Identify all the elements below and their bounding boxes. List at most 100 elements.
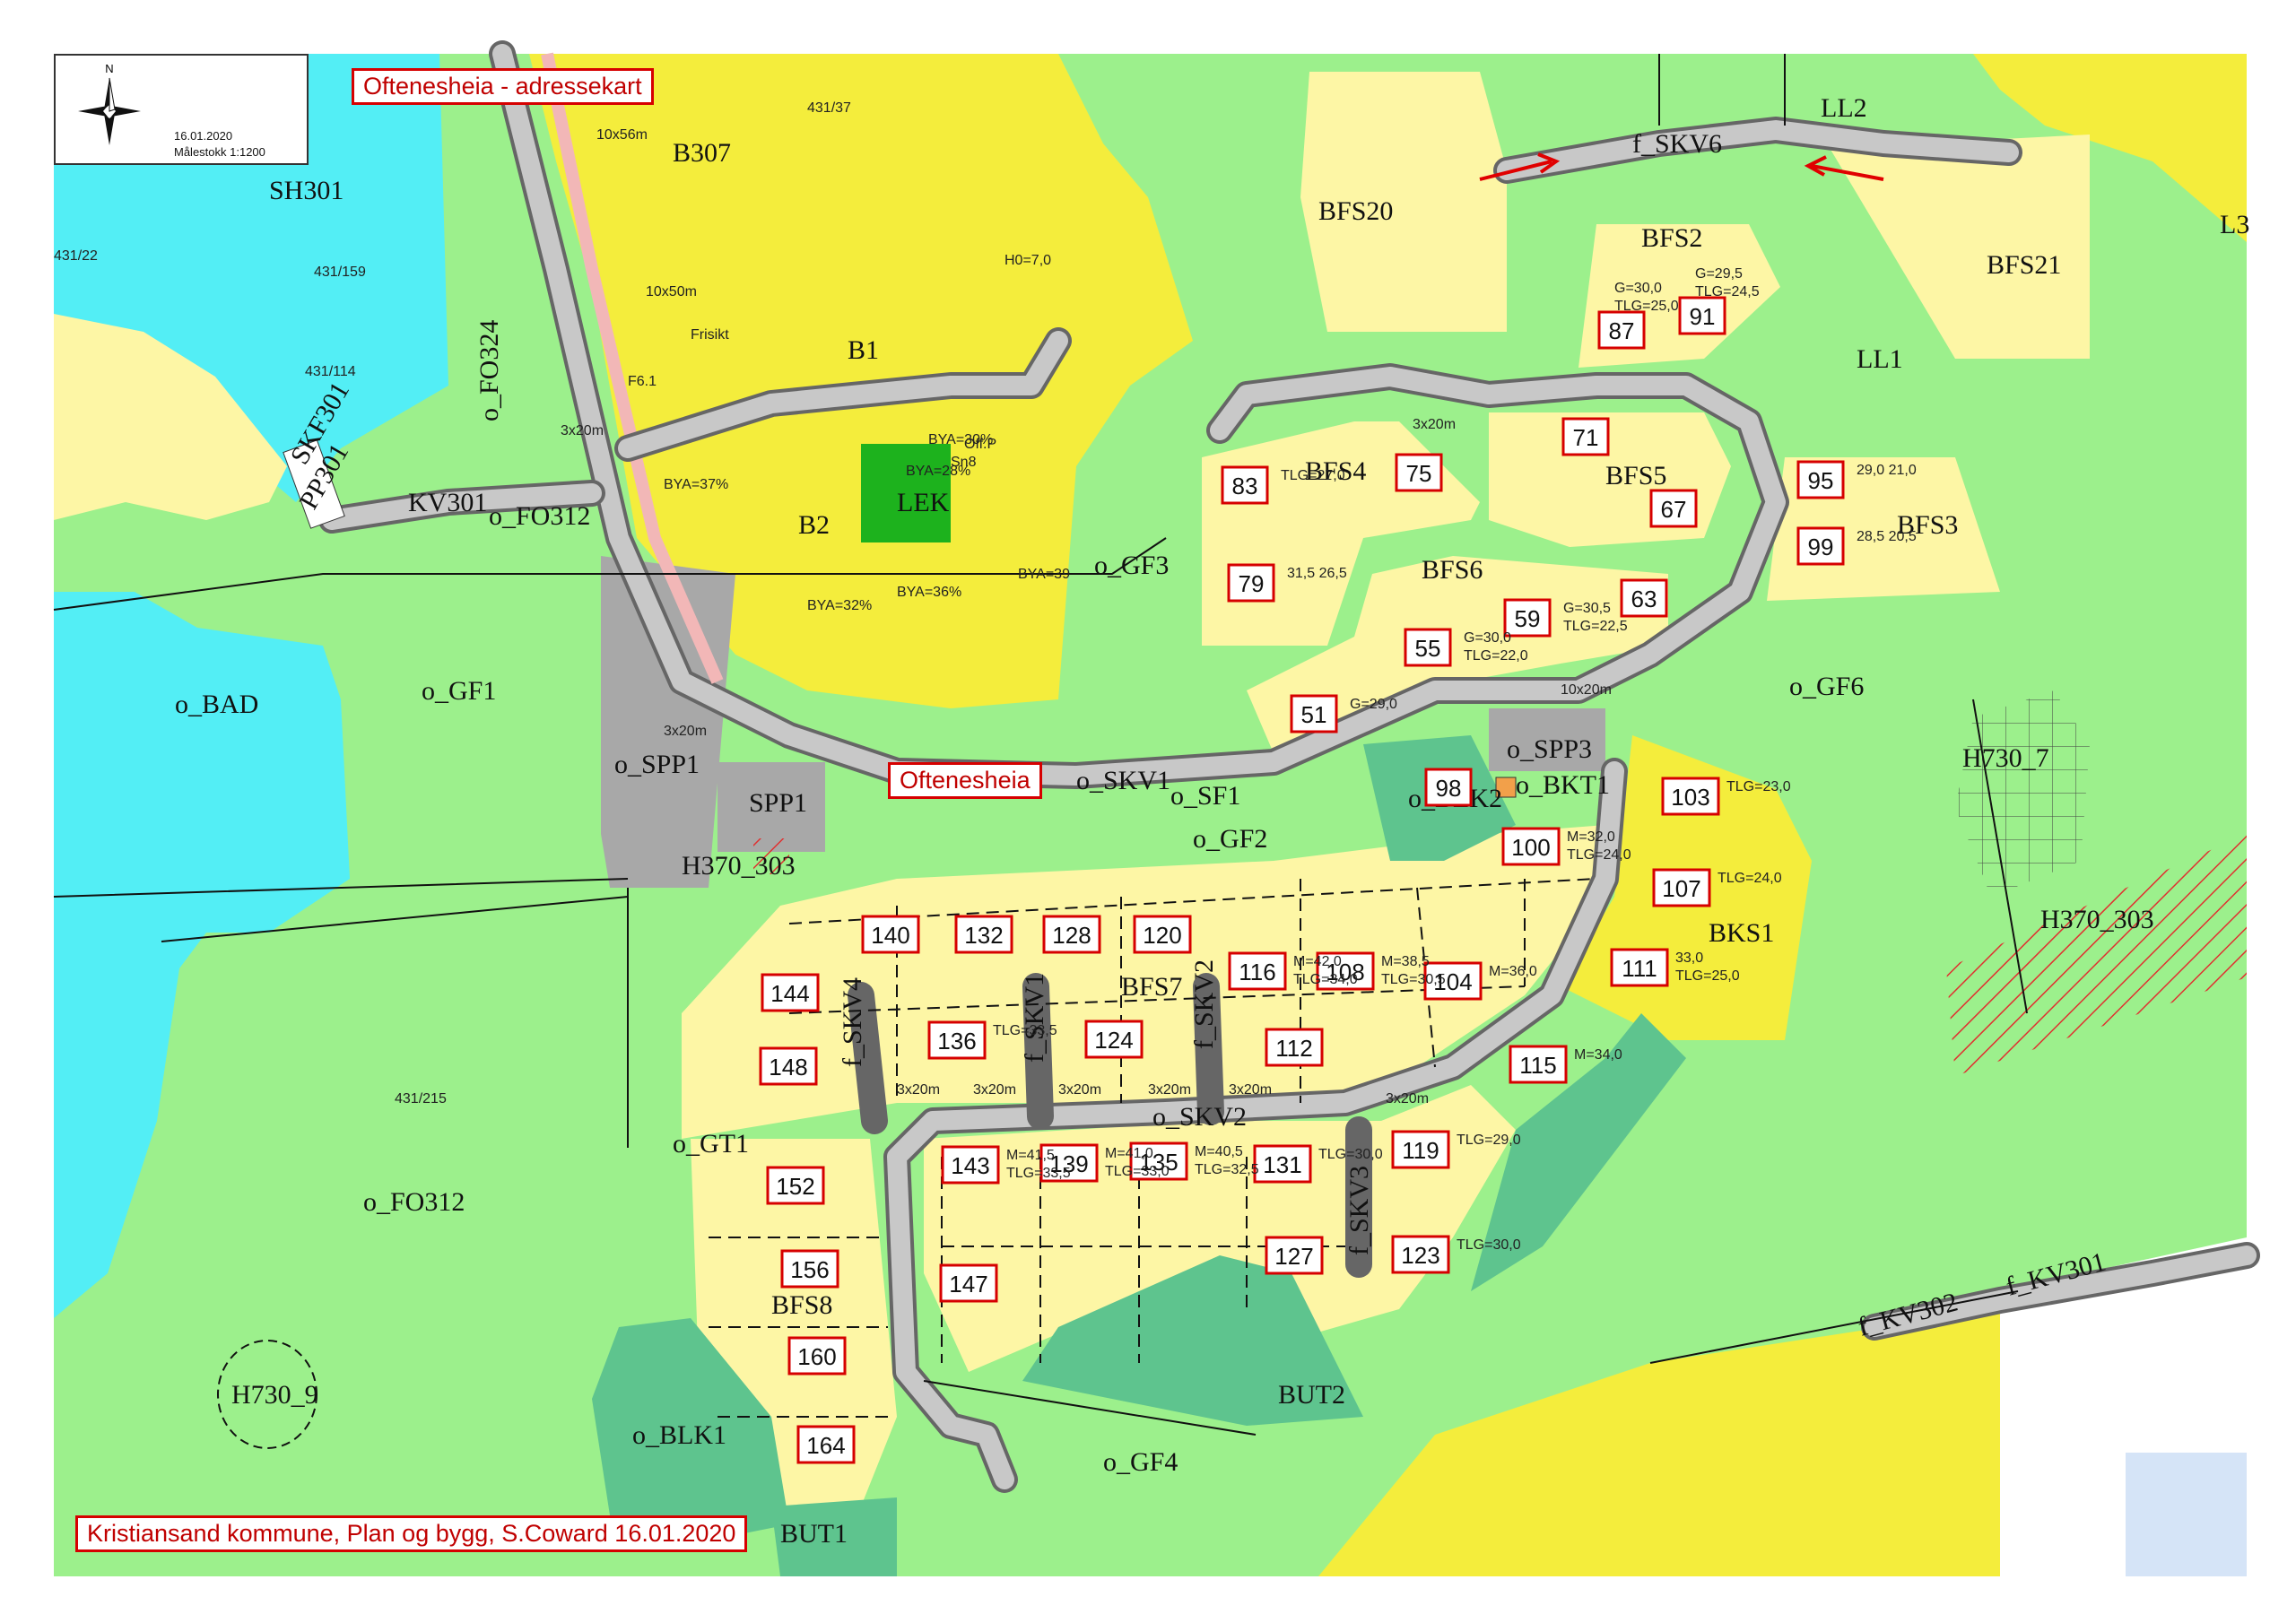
plot-number-128: 128 [1052,922,1091,949]
plot-116: 116 [1228,951,1287,991]
plot-number-99: 99 [1808,534,1834,560]
plot-87: 87 [1597,310,1646,350]
plot-number-83: 83 [1232,473,1258,499]
road-width-2: 3x20m [664,724,707,739]
zone-label-BKS1: BKS1 [1709,918,1774,948]
zone-label-o_GF6: o_GF6 [1789,672,1864,701]
plot-103: 103 [1661,777,1720,816]
plot-number-111: 111 [1622,955,1657,982]
plot-152: 152 [766,1166,825,1205]
zone-label-LL1: LL1 [1857,344,1903,374]
zone-label-BFS21: BFS21 [1987,250,2061,280]
zone-label-o_BLK1: o_BLK1 [632,1420,726,1450]
plot-51: 51 [1290,694,1338,733]
north-arrow-box: N 16.01.2020 Målestokk 1:1200 [54,54,309,165]
plot-156: 156 [780,1249,839,1289]
plot-value-123: TLG=30,0 [1457,1237,1521,1253]
zone-label-H730_9: H730_9 [231,1380,318,1410]
plot-124: 124 [1084,1020,1144,1059]
plot-83: 83 [1221,465,1269,505]
plot-value-100: M=32,0 [1567,829,1615,845]
misc-text-1: 431/159 [314,265,366,280]
zone-label-LEK: LEK [897,488,950,517]
zone-label-BFS6: BFS6 [1422,555,1483,585]
zone-label-BFS20: BFS20 [1318,196,1393,226]
plot-value-111: TLG=25,0 [1675,968,1740,984]
plot-number-51: 51 [1301,701,1327,728]
plot-63: 63 [1620,578,1668,618]
zone-label-BFS8: BFS8 [771,1290,832,1320]
zone-label-o_BAD: o_BAD [175,690,258,719]
zone-label-SH301: SH301 [269,176,344,205]
plot-number-127: 127 [1274,1243,1313,1270]
plot-100: 100 [1501,827,1561,866]
zone-label-BFS5: BFS5 [1605,461,1666,490]
plot-value-87: TLG=25,0 [1614,299,1679,314]
zone-label-o_GF3: o_GF3 [1094,551,1169,580]
plot-147: 147 [939,1263,998,1303]
misc-text-9: BYA=37% [664,477,728,492]
plot-127: 127 [1265,1236,1324,1275]
zone-label-H370_303a: H370_303 [682,851,796,881]
zone-label-LL2: LL2 [1821,93,1867,123]
plot-55: 55 [1404,628,1452,667]
zone-label-B2: B2 [798,510,830,540]
misc-text-6: 10x50m [646,284,697,299]
misc-text-12: BYA=32% [807,598,872,613]
plot-value-108: M=38,5 [1381,954,1430,969]
plot-164: 164 [796,1425,856,1464]
plot-number-152: 152 [776,1173,814,1200]
plot-143: 143 [941,1145,1000,1185]
plot-number-55: 55 [1415,635,1441,662]
road-width-5: 3x20m [1058,1082,1101,1098]
zone-label-BFS7: BFS7 [1121,972,1182,1002]
plot-112: 112 [1265,1028,1324,1067]
zone-label-SPP1: SPP1 [749,788,807,818]
plot-value-79: 31,5 26,5 [1287,566,1347,581]
zone-label-o_FO324: o_FO324 [474,320,504,421]
plot-123: 123 [1391,1235,1450,1274]
zone-label-o_SPP3: o_SPP3 [1507,734,1592,764]
plot-132: 132 [954,915,1013,954]
plot-120: 120 [1133,915,1192,954]
zone-label-o_GF4: o_GF4 [1103,1447,1178,1477]
plot-value-143: TLG=33,5 [1006,1166,1071,1181]
plot-value-136: TLG=33,5 [993,1023,1057,1038]
footer-credit: Kristiansand kommune, Plan og bygg, S.Co… [75,1515,748,1552]
plot-number-112: 112 [1275,1035,1312,1062]
road-label-oftenesheia: Oftenesheia [888,762,1042,799]
plot-number-98: 98 [1436,775,1462,802]
zone-label-o_GT1: o_GT1 [673,1129,749,1159]
zoning-map: SH301 B307 o_FO324 BFS20 LL2 f_SKV6 BFS21 LL1 L3… [53,40,2260,1576]
zone-label-o_FO312b: o_FO312 [489,501,590,531]
building-south-east [2126,1453,2247,1576]
plot-number-75: 75 [1406,460,1432,487]
plot-98: 98 [1424,768,1473,807]
plot-91: 91 [1678,296,1726,335]
misc-text-15: Off.P [964,437,996,452]
plot-148: 148 [759,1046,818,1086]
plot-value-103: TLG=23,0 [1726,779,1791,794]
plot-number-79: 79 [1239,570,1265,597]
plot-number-120: 120 [1143,922,1181,949]
zone-label-o_GF1: o_GF1 [422,676,496,706]
plot-107: 107 [1652,868,1711,907]
road-width-0: 3x20m [1413,417,1456,432]
plot-number-67: 67 [1661,496,1687,523]
misc-text-10: BYA=36% [897,585,961,600]
map-scale: Målestokk 1:1200 [174,145,265,159]
plot-95: 95 [1796,460,1845,499]
plot-75: 75 [1395,453,1443,492]
plot-140: 140 [861,915,920,954]
north-arrow-icon: N [78,62,141,145]
zone-label-f_SKV1: f_SKV1 [1020,973,1049,1063]
zone-label-f_SKV2: f_SKV2 [1189,959,1219,1049]
plot-number-140: 140 [871,922,909,949]
misc-text-16: Sn8 [951,455,977,470]
plot-number-132: 132 [964,922,1003,949]
plot-160: 160 [787,1336,847,1376]
plot-value-91: G=29,5 [1695,266,1743,282]
plot-value-95: 29,0 21,0 [1857,463,1917,478]
zone-label-o_SPP1: o_SPP1 [614,750,700,779]
plot-value-83: TLG=27,0 [1281,468,1345,483]
